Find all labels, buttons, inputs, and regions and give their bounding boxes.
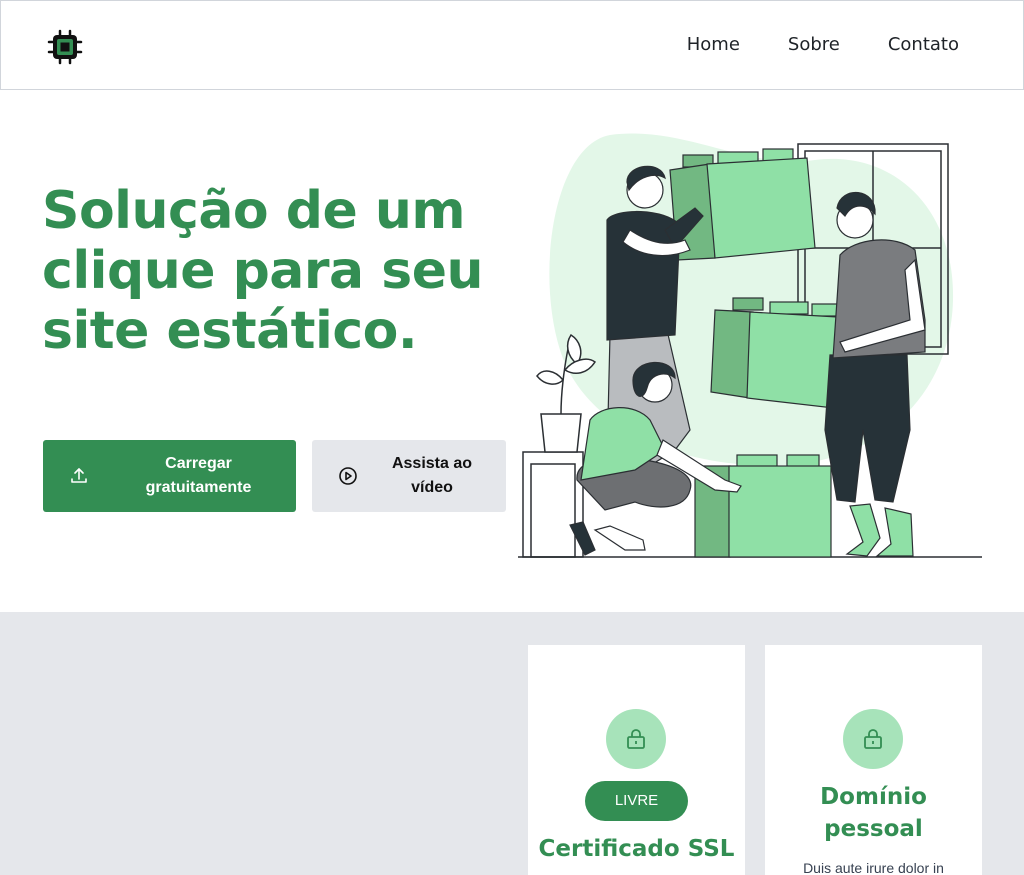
nav-sobre[interactable]: Sobre (788, 34, 840, 55)
feature-description: Duis aute irure dolor in (803, 860, 944, 875)
feature-card-domain: Domínio pessoal Duis aute irure dolor in (765, 645, 982, 875)
main-nav: Home Sobre Contato (687, 34, 959, 55)
people-stacking-boxes-illustration (518, 133, 982, 558)
upload-free-button[interactable]: Carregar gratuitamente (43, 440, 296, 512)
watch-video-button[interactable]: Assista ao vídeo (312, 440, 506, 512)
feature-icon-circle (606, 709, 666, 769)
nav-contato[interactable]: Contato (888, 34, 959, 55)
upload-free-label: Carregar gratuitamente (145, 455, 252, 496)
lock-icon (627, 729, 645, 749)
chip-icon[interactable] (47, 29, 83, 65)
feature-title: Certificado SSL (538, 836, 735, 862)
upload-icon (71, 468, 87, 483)
lock-icon (864, 729, 882, 749)
feature-icon-circle (843, 709, 903, 769)
hero-title: Solução de um clique para seu site estát… (42, 181, 483, 361)
watch-video-label: Assista ao vídeo (391, 455, 473, 496)
feature-title: Domínio pessoal (820, 784, 927, 842)
free-badge: LIVRE (585, 781, 688, 821)
feature-card-ssl: LIVRE Certificado SSL (528, 645, 745, 875)
play-circle-icon (339, 467, 357, 485)
nav-home[interactable]: Home (687, 34, 740, 55)
site-header: Home Sobre Contato (0, 0, 1024, 90)
